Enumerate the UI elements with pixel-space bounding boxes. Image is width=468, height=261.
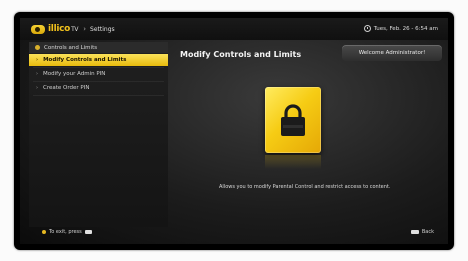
- description-text: Allows you to modify Parental Control an…: [219, 184, 391, 190]
- menu-item-create-order-pin[interactable]: › Create Order PIN: [29, 82, 168, 94]
- menu-item-label: Modify your Admin PIN: [43, 71, 106, 77]
- chevron-right-icon: ›: [36, 57, 39, 63]
- menu-divider: [33, 95, 164, 96]
- page-title: Modify Controls and Limits: [180, 50, 302, 59]
- chevron-right-icon: ›: [36, 71, 38, 77]
- datetime-text: Tues, Feb. 26 - 6:54 am: [373, 25, 438, 32]
- menu-section-label: Controls and Limits: [44, 44, 98, 51]
- illico-logo-icon: [31, 24, 45, 34]
- exit-hint-text: To exit, press: [49, 229, 82, 235]
- exit-hint: To exit, press: [42, 229, 92, 235]
- back-key-icon: [410, 230, 419, 234]
- back-label: Back: [421, 229, 434, 235]
- menu-item-label: Modify Controls and Limits: [43, 57, 127, 63]
- lock-tile[interactable]: [265, 87, 321, 153]
- info-icon: [42, 230, 46, 234]
- padlock-icon: [281, 104, 305, 136]
- brand-logo: illicoTV › Settings: [31, 23, 115, 35]
- exit-key-icon: [84, 230, 92, 234]
- menu-item-modify-controls[interactable]: › Modify Controls and Limits: [29, 54, 168, 66]
- welcome-badge: Welcome Administrator!: [342, 45, 442, 61]
- menu-section-controls-and-limits[interactable]: Controls and Limits: [29, 42, 168, 53]
- settings-menu: Controls and Limits › Modify Controls an…: [29, 42, 168, 227]
- gear-icon: [35, 45, 40, 50]
- breadcrumb: Settings: [90, 25, 115, 33]
- tv-frame: illicoTV › Settings Tues, Feb. 26 - 6:54…: [14, 12, 454, 250]
- menu-item-modify-admin-pin[interactable]: › Modify your Admin PIN: [29, 68, 168, 80]
- menu-item-label: Create Order PIN: [43, 85, 90, 91]
- brand-name: illicoTV: [48, 24, 79, 34]
- clock-icon: [363, 25, 371, 32]
- top-bar: illicoTV › Settings Tues, Feb. 26 - 6:54…: [20, 18, 448, 40]
- datetime-display: Tues, Feb. 26 - 6:54 am: [363, 25, 438, 32]
- back-button[interactable]: Back: [410, 229, 434, 235]
- chevron-right-icon: ›: [36, 85, 38, 91]
- tv-screen: illicoTV › Settings Tues, Feb. 26 - 6:54…: [20, 18, 448, 244]
- breadcrumb-separator: ›: [83, 25, 87, 33]
- tile-reflection: [265, 155, 321, 169]
